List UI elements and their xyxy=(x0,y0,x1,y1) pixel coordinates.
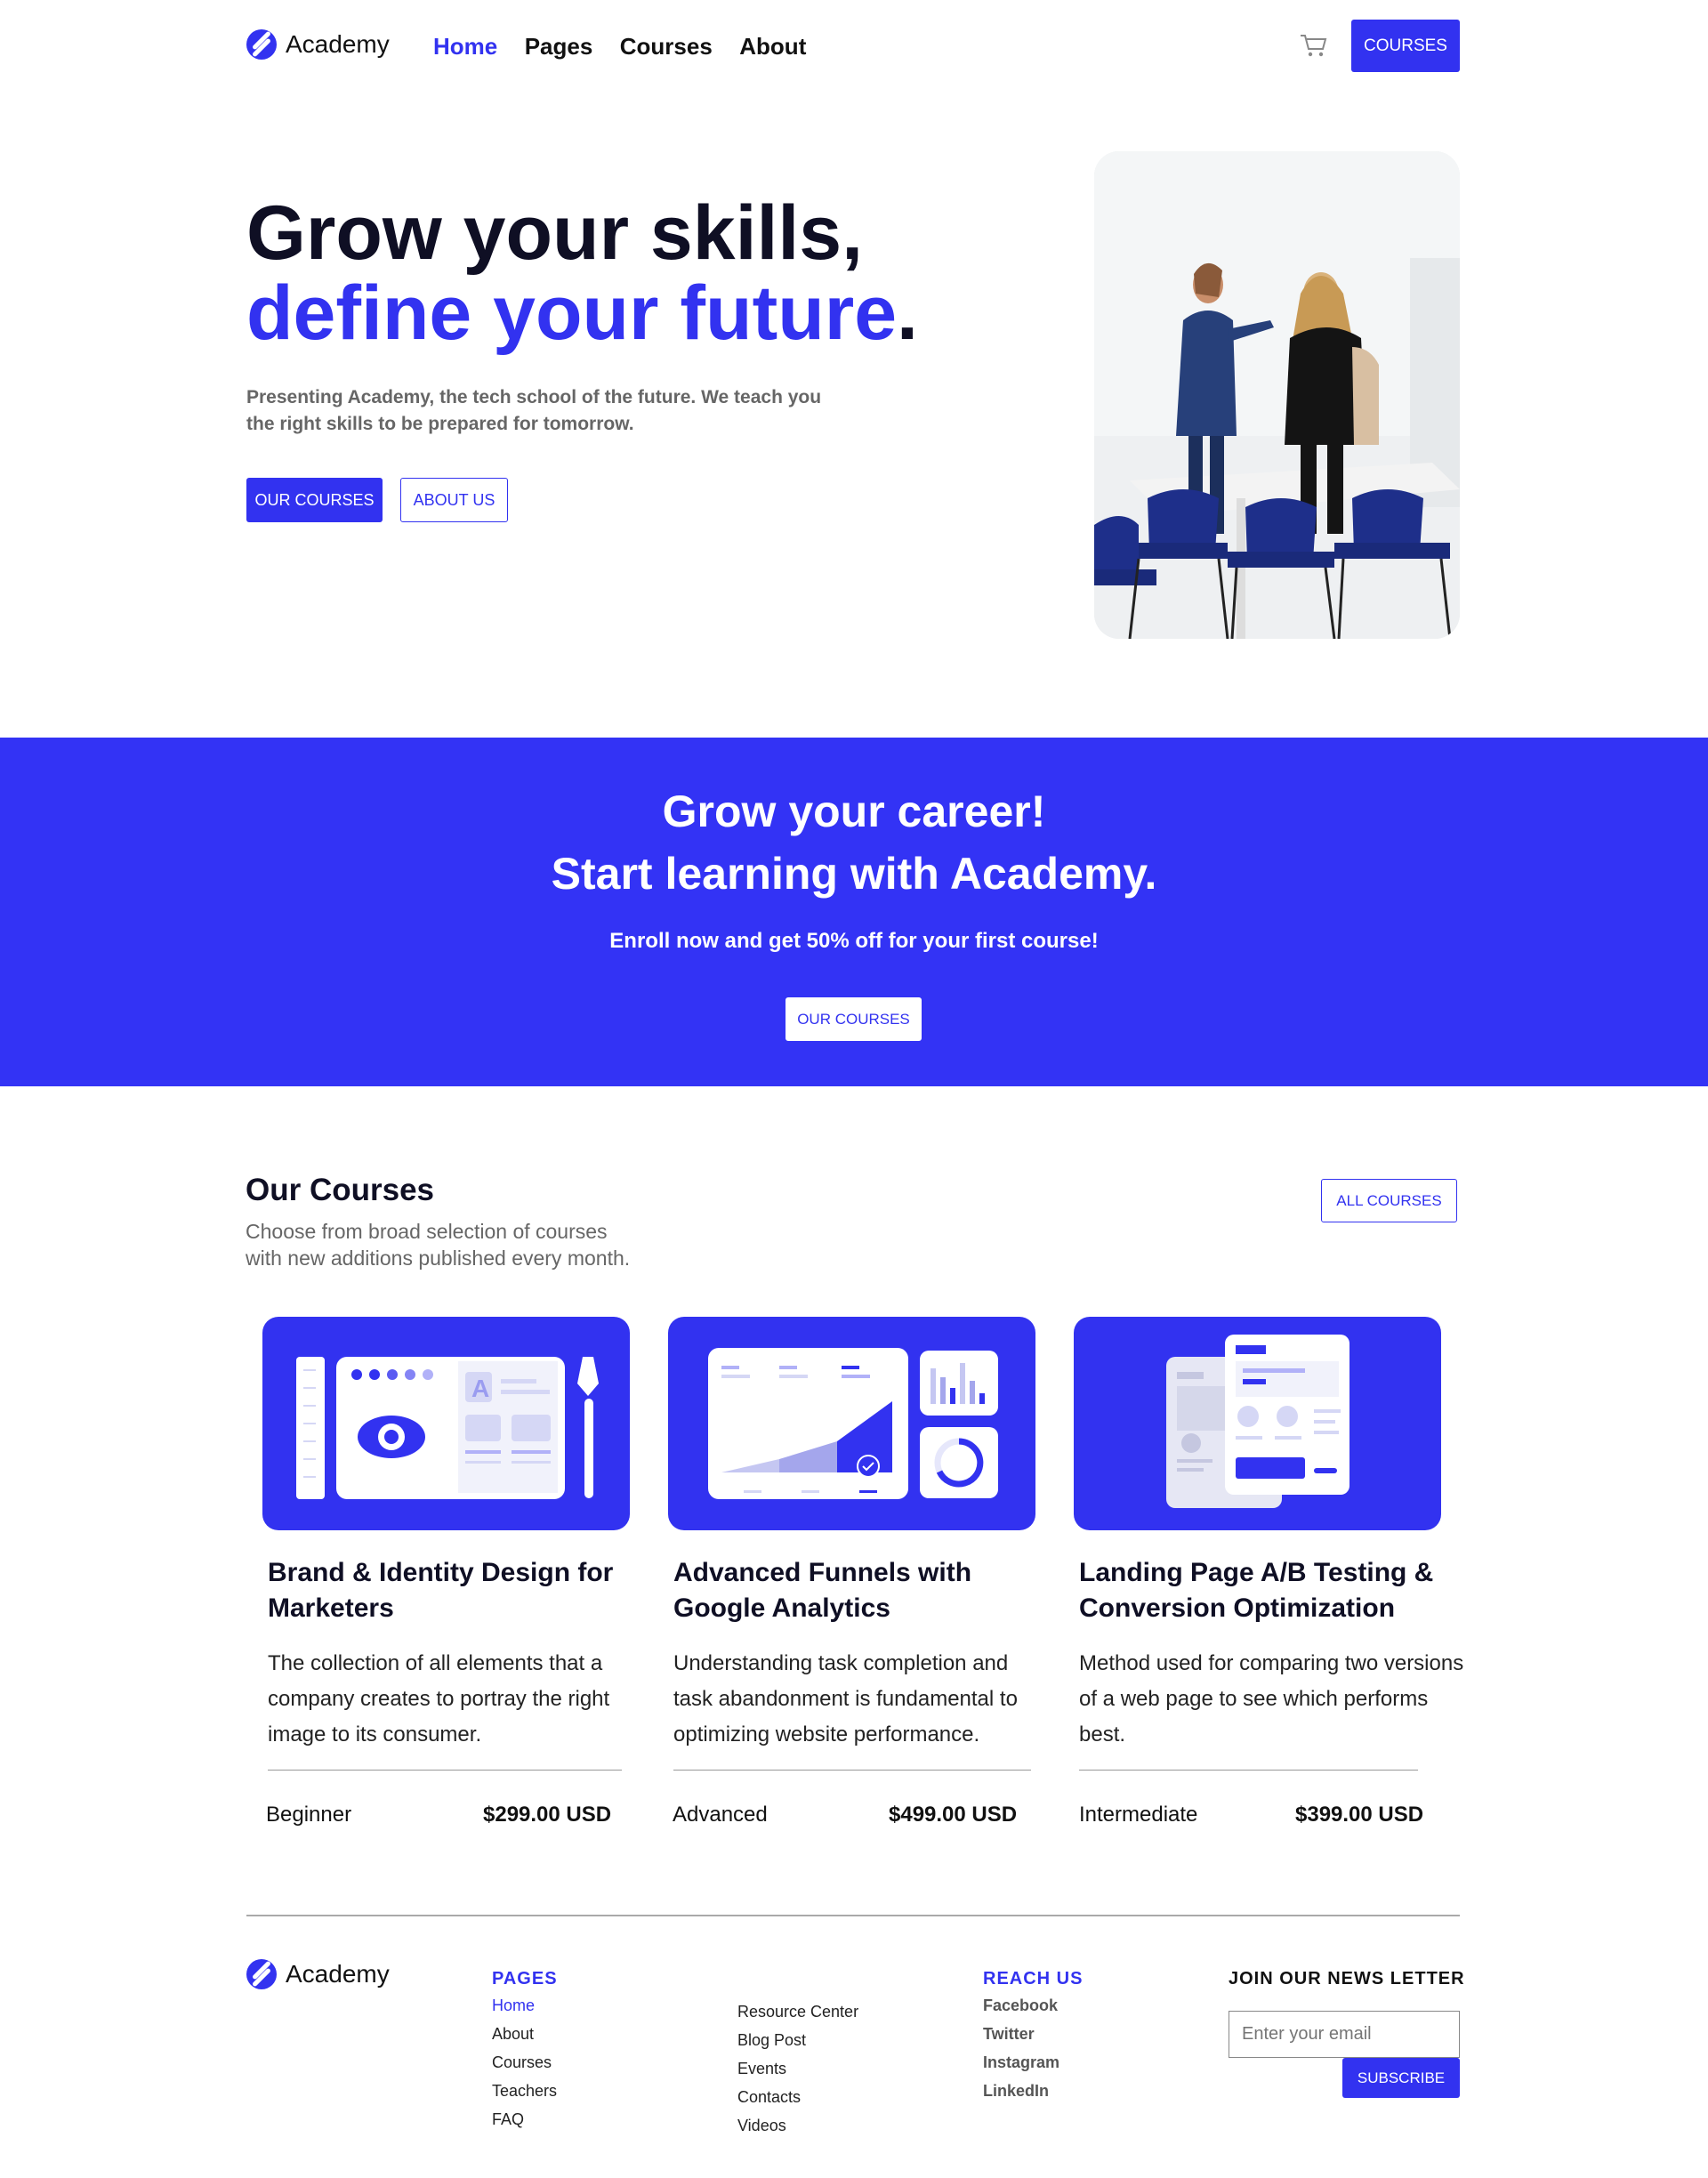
nav-pages[interactable]: Pages xyxy=(525,33,593,60)
hero-about-us-button[interactable]: ABOUT US xyxy=(400,478,508,522)
svg-text:A: A xyxy=(471,1375,489,1402)
footer-link-resource-center[interactable]: Resource Center xyxy=(737,1997,858,2026)
promo-title-line1: Grow your career! xyxy=(662,786,1046,836)
course-price: $299.00 USD xyxy=(483,1803,612,1827)
footer-link-contacts[interactable]: Contacts xyxy=(737,2083,858,2111)
promo-title-line2: Start learning with Academy. xyxy=(551,849,1157,899)
footer-link-teachers[interactable]: Teachers xyxy=(492,2077,558,2105)
course-level: Beginner xyxy=(266,1803,352,1827)
promo-section: Grow your career! Start learning with Ac… xyxy=(0,738,1708,1086)
course-level: Advanced xyxy=(673,1803,768,1827)
courses-subtitle-line2: with new additions published every month… xyxy=(246,1246,631,1270)
course-description: The collection of all elements that a co… xyxy=(268,1651,610,1746)
footer-brand-name: Academy xyxy=(286,1960,390,1988)
newsletter-email-input[interactable] xyxy=(1229,2011,1460,2058)
brand-logo[interactable]: Academy xyxy=(246,29,390,60)
course-price: $499.00 USD xyxy=(889,1803,1018,1827)
hero-subtitle: Presenting Academy, the tech school of t… xyxy=(246,387,822,434)
promo-our-courses-button[interactable]: OUR COURSES xyxy=(786,997,922,1041)
main-nav: Home Pages Courses About xyxy=(433,33,829,60)
footer-pages-heading: PAGES xyxy=(492,1969,558,1988)
footer-more-column: Resource Center Blog Post Events Contact… xyxy=(737,1997,858,2140)
nav-courses[interactable]: Courses xyxy=(620,33,713,60)
promo-title: Grow your career! Start learning with Ac… xyxy=(0,780,1708,905)
cart-icon[interactable] xyxy=(1299,32,1329,59)
course-price: $399.00 USD xyxy=(1295,1803,1424,1827)
hero-title-line2: define your future xyxy=(246,270,898,356)
footer-link-linkedin[interactable]: LinkedIn xyxy=(983,2077,1083,2105)
hero-title: Grow your skills, define your future. xyxy=(246,193,918,353)
footer-link-faq[interactable]: FAQ xyxy=(492,2105,558,2134)
promo-subtitle: Enroll now and get 50% off for your firs… xyxy=(609,929,1099,953)
hero-our-courses-button[interactable]: OUR COURSES xyxy=(246,478,383,522)
nav-about[interactable]: About xyxy=(739,33,806,60)
course-level: Intermediate xyxy=(1079,1803,1198,1827)
footer-link-videos[interactable]: Videos xyxy=(737,2111,858,2140)
course-description: Understanding task completion and task a… xyxy=(673,1651,1018,1746)
course-divider xyxy=(1079,1770,1418,1771)
course-title[interactable]: Landing Page A/B Testing & Conversion Op… xyxy=(1079,1555,1444,1626)
nav-home[interactable]: Home xyxy=(433,33,497,60)
footer-link-courses[interactable]: Courses xyxy=(492,2048,558,2077)
footer-link-instagram[interactable]: Instagram xyxy=(983,2048,1083,2077)
hero-title-line1: Grow your skills, xyxy=(246,190,863,276)
footer-reach-column: REACH US Facebook Twitter Instagram Link… xyxy=(983,1969,1083,2105)
footer-brand-logo[interactable]: Academy xyxy=(246,1959,390,1989)
footer-reach-heading: REACH US xyxy=(983,1969,1084,1988)
hero-title-period: . xyxy=(897,270,918,356)
course-title[interactable]: Brand & Identity Design for Marketers xyxy=(268,1555,624,1626)
newsletter-heading: JOIN OUR NEWS LETTER xyxy=(1229,1969,1465,1988)
brand-name: Academy xyxy=(286,30,390,58)
academy-logo-icon xyxy=(246,1959,277,1989)
footer-link-twitter[interactable]: Twitter xyxy=(983,2020,1083,2048)
course-image-brand-design[interactable]: A xyxy=(262,1317,630,1530)
footer-divider xyxy=(246,1915,1460,1916)
courses-subtitle-line1: Choose from broad selection of courses xyxy=(246,1220,608,1243)
footer-link-blog-post[interactable]: Blog Post xyxy=(737,2026,858,2054)
footer-link-events[interactable]: Events xyxy=(737,2054,858,2083)
academy-logo-icon xyxy=(246,29,277,60)
course-title[interactable]: Advanced Funnels with Google Analytics xyxy=(673,1555,1029,1626)
courses-subtitle: Choose from broad selection of courses w… xyxy=(246,1218,630,1271)
footer-link-about[interactable]: About xyxy=(492,2020,558,2048)
courses-title: Our Courses xyxy=(246,1173,434,1207)
course-divider xyxy=(673,1770,1031,1771)
hero-image xyxy=(1094,151,1460,639)
course-image-ab-testing[interactable] xyxy=(1074,1317,1441,1530)
footer-link-home[interactable]: Home xyxy=(492,1991,558,2020)
course-image-funnels[interactable] xyxy=(668,1317,1035,1530)
header-courses-button[interactable]: COURSES xyxy=(1351,20,1460,72)
subscribe-button[interactable]: SUBSCRIBE xyxy=(1342,2058,1460,2098)
footer-link-facebook[interactable]: Facebook xyxy=(983,1991,1083,2020)
course-divider xyxy=(268,1770,622,1771)
all-courses-button[interactable]: ALL COURSES xyxy=(1321,1179,1457,1222)
footer-pages-column: PAGES Home About Courses Teachers FAQ xyxy=(492,1969,558,2134)
course-description: Method used for comparing two versions o… xyxy=(1079,1651,1464,1746)
